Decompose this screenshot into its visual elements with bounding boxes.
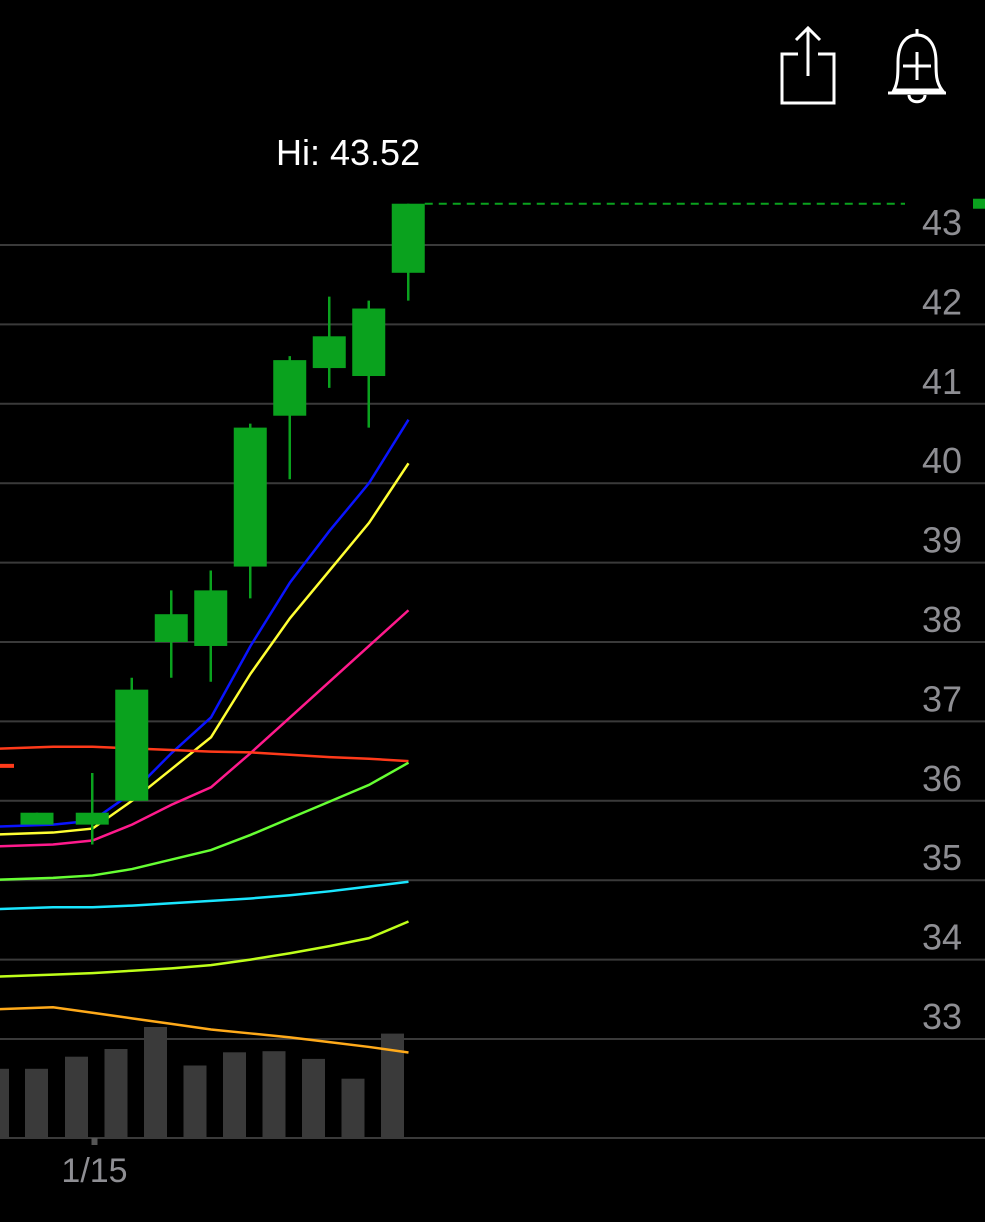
y-tick-label: 35 <box>922 837 962 878</box>
y-tick-label: 43 <box>922 202 962 243</box>
moving-average-line <box>0 745 409 763</box>
volume-bar <box>65 1056 88 1137</box>
price-chart[interactable]: 43 42 41 40 39 38 37 36 35 34 33 1/15 <box>0 0 985 1222</box>
y-tick-label: 33 <box>922 996 962 1037</box>
moving-average-line <box>0 462 410 836</box>
volume-bar <box>25 1068 48 1137</box>
moving-average-line <box>0 920 409 978</box>
x-tick-label: 1/15 <box>61 1152 127 1190</box>
current-price-marker <box>973 198 985 209</box>
volume-bar <box>183 1065 207 1137</box>
y-tick-label: 41 <box>922 361 962 402</box>
y-tick-label: 34 <box>922 917 962 958</box>
y-tick-label: 38 <box>922 599 962 640</box>
x-tick-mark <box>91 1138 98 1145</box>
volume-bar <box>144 1027 167 1137</box>
candle-body[interactable] <box>194 590 228 646</box>
y-tick-label: 42 <box>922 281 962 322</box>
y-tick-label: 39 <box>922 520 962 561</box>
candle-body[interactable] <box>115 689 149 801</box>
candle-body[interactable] <box>312 336 346 369</box>
candle-body[interactable] <box>75 812 109 825</box>
y-tick-label: 36 <box>922 758 962 799</box>
moving-average-line <box>0 880 409 911</box>
volume-bar <box>223 1052 246 1137</box>
y-tick-label: 40 <box>922 440 962 481</box>
candle-body[interactable] <box>391 203 425 273</box>
volume-bar <box>302 1058 325 1137</box>
volume-bar <box>104 1049 128 1137</box>
candle-body[interactable] <box>154 614 188 642</box>
candle-body[interactable] <box>352 308 386 377</box>
candle-body[interactable] <box>20 812 54 825</box>
moving-average-line <box>0 761 410 881</box>
volume-bar <box>0 1068 9 1137</box>
volume-bar <box>341 1078 365 1137</box>
moving-average-line <box>0 1005 409 1054</box>
candle-body[interactable] <box>233 427 267 567</box>
y-tick-label: 37 <box>922 678 962 719</box>
volume-bar <box>262 1051 286 1137</box>
candle-body[interactable] <box>273 360 307 416</box>
